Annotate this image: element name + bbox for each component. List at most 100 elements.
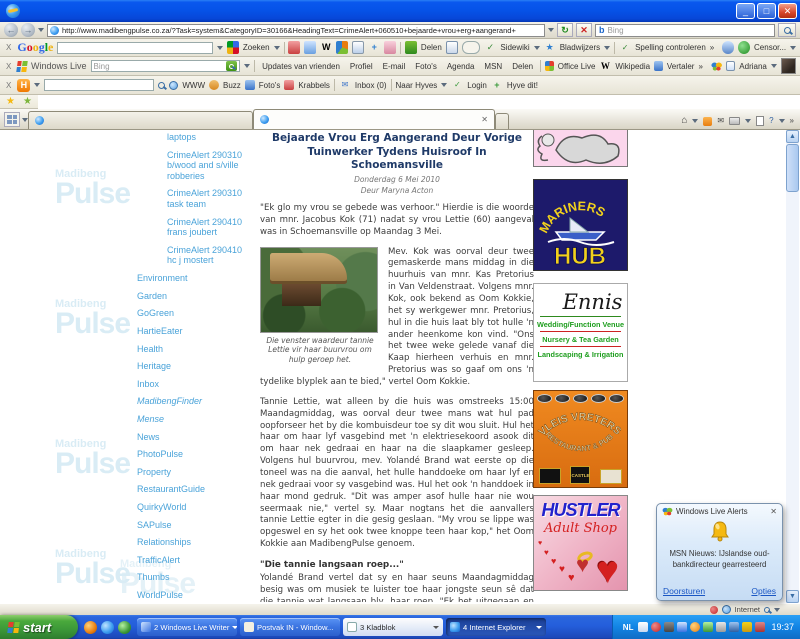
sidebar-item-crimealert-2[interactable]: CrimeAlert 290310 task team	[167, 188, 249, 209]
scroll-thumb[interactable]	[786, 144, 799, 192]
bing-search-input[interactable]: b Bing	[595, 23, 775, 37]
live-link-fotos[interactable]: Foto's	[412, 62, 440, 71]
close-button[interactable]: ✕	[778, 3, 797, 19]
print-icon[interactable]	[729, 117, 741, 125]
vertaler-button[interactable]: Vertaler	[667, 62, 695, 71]
live-overflow-chevron[interactable]: »	[698, 62, 702, 71]
feeds-icon[interactable]	[703, 116, 713, 126]
sidebar-item-thumbs[interactable]: Thumbs	[137, 572, 249, 583]
tray-calendar-icon[interactable]	[742, 622, 753, 632]
tray-network-icon[interactable]	[729, 622, 740, 632]
censor-caret-icon[interactable]	[790, 45, 797, 50]
google-search-caret-icon[interactable]	[216, 45, 223, 50]
live-link-msn[interactable]: MSN	[481, 62, 505, 71]
live-link-profiel[interactable]: Profiel	[347, 62, 376, 71]
sidebar-item-crimealert-4[interactable]: CrimeAlert 290410 hc j mostert	[167, 245, 249, 266]
hyves-toolbar-close-button[interactable]: X	[4, 81, 13, 90]
bladwijzers-caret-icon[interactable]	[604, 45, 611, 50]
new-tab-button[interactable]	[495, 113, 509, 129]
toolbar-overflow-chevron[interactable]: »	[710, 43, 714, 52]
hyves-logo[interactable]: H	[17, 78, 31, 92]
google-search-input[interactable]	[57, 41, 213, 54]
tray-volume-icon[interactable]	[716, 622, 727, 632]
back-button[interactable]: ←	[4, 23, 18, 37]
live-search-input[interactable]: Bing	[90, 60, 241, 72]
sidebar-item-sapulse[interactable]: SAPulse	[137, 520, 249, 531]
calendar-icon[interactable]	[726, 61, 736, 71]
hyves-search-input[interactable]	[44, 79, 155, 91]
live-link-delen[interactable]: Delen	[509, 62, 536, 71]
quick-tabs-button[interactable]	[4, 112, 20, 127]
add-favorite-icon[interactable]: ★	[23, 96, 32, 107]
address-dropdown-caret-icon[interactable]	[548, 28, 554, 32]
delen-button[interactable]: Delen	[421, 43, 442, 52]
forward-button[interactable]: →	[21, 23, 35, 37]
quick-launch-messenger-icon[interactable]	[118, 620, 131, 634]
stop-button[interactable]: ✕	[576, 23, 592, 37]
favorites-star-icon[interactable]: ★	[6, 96, 15, 107]
sidebar-item-inbox[interactable]: Inbox	[137, 379, 249, 390]
zoeken-button[interactable]: Zoeken	[243, 43, 270, 52]
zoom-icon[interactable]	[764, 606, 770, 613]
google-toolbar-close-button[interactable]: X	[4, 43, 13, 52]
hyves-caret-icon[interactable]	[34, 83, 41, 87]
recent-pages-caret-icon[interactable]	[38, 28, 44, 32]
spellcheck-button[interactable]: Spelling controleren	[635, 43, 706, 52]
alert-close-button[interactable]: ✕	[770, 507, 777, 516]
user-avatar[interactable]	[780, 58, 797, 74]
ennis-ad[interactable]: Ennis Wedding/Function Venue Nursery & T…	[533, 283, 628, 382]
search-icon[interactable]	[158, 81, 166, 89]
wrench-icon[interactable]	[722, 41, 735, 54]
custom-button[interactable]	[461, 41, 481, 54]
tray-antivirus-icon[interactable]	[651, 622, 662, 632]
tabbar-overflow-chevron[interactable]: »	[790, 117, 794, 125]
translate-icon[interactable]	[304, 41, 317, 54]
sidewiki-button[interactable]: Sidewiki	[500, 43, 529, 52]
sidebar-item-mense[interactable]: Mense	[137, 414, 249, 425]
home-caret-icon[interactable]	[692, 119, 699, 123]
taskbar-button-kladblok[interactable]: 3 Kladblok	[343, 618, 443, 636]
hyves-login-button[interactable]: Login	[467, 81, 487, 90]
live-link-agenda[interactable]: Agenda	[444, 62, 478, 71]
page-menu-icon[interactable]	[756, 116, 765, 126]
sidebar-item-laptops[interactable]: laptops	[167, 132, 249, 143]
gadget-button[interactable]	[445, 41, 458, 54]
hyves-fotos-button[interactable]: Foto's	[259, 81, 281, 90]
tray-search-dog-icon[interactable]	[664, 622, 675, 632]
search-button[interactable]	[778, 23, 796, 37]
tray-update-icon[interactable]	[690, 622, 701, 632]
sidebar-item-hartieeater[interactable]: HartieEater	[137, 326, 249, 337]
tray-shield-icon[interactable]	[703, 622, 714, 632]
help-icon[interactable]: ?	[769, 117, 773, 125]
sidewiki-caret-icon[interactable]	[533, 45, 540, 50]
hustler-ad[interactable]: HUSTLER Adult Shop ♥ ♥ ♥ ♥ ♥ ♥ ♥	[533, 495, 628, 591]
user-caret-icon[interactable]	[770, 64, 777, 68]
wikipedia-icon[interactable]: W	[320, 42, 332, 54]
sidebar-item-garden[interactable]: Garden	[137, 291, 249, 302]
naar-hyves-caret-icon[interactable]	[441, 83, 448, 87]
censor-button[interactable]: Censor...	[754, 43, 786, 52]
zoom-caret-icon[interactable]	[774, 607, 780, 612]
sidebar-item-quirkyworld[interactable]: QuirkyWorld	[137, 502, 249, 513]
sidebar-item-restaurantguide[interactable]: RestaurantGuide	[137, 484, 249, 495]
user-menu-button[interactable]: Adriana	[739, 62, 767, 71]
bladwijzers-button[interactable]: Bladwijzers	[560, 43, 600, 52]
sidebar-item-health[interactable]: Health	[137, 344, 249, 355]
tab-active[interactable]: ✕	[253, 109, 495, 129]
sidebar-item-crimealert-3[interactable]: CrimeAlert 290410 frans joubert	[167, 217, 249, 238]
live-search-go-button[interactable]	[226, 61, 238, 71]
sidebar-item-worldpulse[interactable]: WorldPulse	[137, 590, 249, 601]
taskbar-button-live-writer[interactable]: 2 Windows Live Writer	[137, 618, 237, 636]
autofill-icon[interactable]	[352, 41, 365, 54]
wikipedia-button[interactable]: Wikipedia	[615, 62, 650, 71]
sidebar-item-madibengfinder[interactable]: MadibengFinder	[137, 396, 249, 407]
sidebar-item-heritage[interactable]: Heritage	[137, 361, 249, 372]
pagerank-icon[interactable]	[288, 41, 301, 54]
vleis-vreters-ad[interactable]: VLEIS VRETERS RESTAURANT & PUB CASTLE	[533, 390, 628, 488]
scroll-up-button[interactable]: ▲	[786, 130, 799, 143]
tray-power-icon[interactable]	[755, 622, 766, 632]
naar-hyves-button[interactable]: Naar Hyves	[396, 81, 438, 90]
quick-launch-ie-icon[interactable]	[101, 620, 114, 634]
mariners-hub-ad[interactable]: MARINERS HUB	[533, 179, 628, 271]
scroll-down-button[interactable]: ▼	[786, 590, 799, 603]
